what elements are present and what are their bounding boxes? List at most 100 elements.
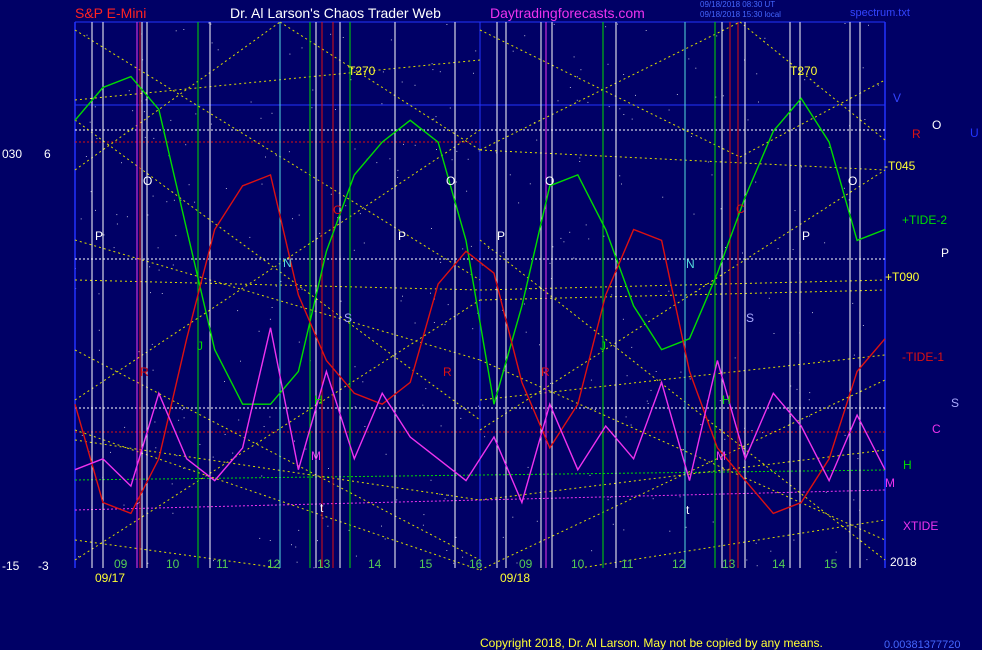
star-dot [804,79,806,81]
star-dot [456,150,458,152]
star-dot [390,39,392,41]
hour-tick: 15 [419,557,433,571]
star-dot [609,496,611,498]
star-dot [742,252,743,254]
right-label: S [951,396,959,410]
star-dot [466,190,468,192]
star-dot [313,567,315,569]
chart-letter: S [746,311,754,325]
star-dot [81,434,83,436]
star-dot [623,74,625,75]
star-dot [843,187,845,189]
star-dot [676,94,678,95]
star-dot [470,245,472,247]
left-label-030: 030 [2,147,22,161]
star-dot [707,161,709,163]
star-dot [619,108,621,110]
star-dot [446,24,448,25]
star-dot [292,218,293,220]
star-dot [185,144,187,146]
star-dot [240,360,241,362]
star-dot [512,516,514,518]
star-dot [430,292,431,294]
star-dot [509,174,511,176]
star-dot [448,494,449,496]
star-dot [208,22,210,24]
star-dot [462,556,464,558]
star-dot [488,247,489,249]
star-dot [866,559,868,561]
star-dot [623,529,625,531]
star-dot [563,241,565,243]
right-label: O [932,118,941,132]
star-dot [217,49,219,51]
star-dot [98,329,100,331]
chart-letter: S [344,311,352,325]
star-dot [381,103,383,105]
star-dot [603,235,605,237]
chart-letter: O [848,174,857,188]
star-dot [432,69,434,71]
star-dot [536,520,538,522]
star-dot [518,202,520,204]
star-dot [824,242,826,244]
left-label-6: 6 [44,147,51,161]
chart-letter: O [545,174,554,188]
star-dot [444,324,446,326]
copyright-text: Copyright 2018, Dr. Al Larson. May not b… [480,636,823,650]
hour-ticks: 09 10 11 12 13 14 15 16 09 10 11 12 13 14 15 [114,557,838,571]
star-dot [576,76,578,78]
star-dot [668,109,670,111]
hour-tick: 12 [267,557,281,571]
star-dot [126,216,128,218]
star-dot [138,351,140,353]
star-dot [431,63,433,65]
left-label-neg15: -15 [2,559,20,573]
star-dot [573,257,575,259]
star-dot [397,177,399,178]
star-dot [340,300,342,302]
star-dot [808,399,810,401]
star-dot [188,184,190,186]
star-dot [712,521,714,523]
star-dot [237,310,239,312]
star-dot [414,84,416,86]
chart-letter: J [197,339,203,353]
star-dot [853,499,855,501]
star-dot [311,107,313,109]
hour-tick: 13 [317,557,331,571]
chart-letter: P [497,229,505,243]
star-dot [86,34,88,36]
star-dot [301,288,303,290]
star-dot [403,143,404,145]
star-dot [298,288,300,290]
chart-letter: N [283,256,292,270]
star-dot [773,333,775,334]
star-dot [430,479,432,481]
star-dot [711,174,713,176]
right-label: -T045 [884,159,916,173]
star-dot [747,119,749,121]
star-dot [734,357,736,359]
star-dot [354,406,356,408]
star-dot [668,290,670,292]
star-dot [502,536,504,538]
star-dot [151,343,153,345]
star-dot [449,107,451,109]
star-dot [689,378,691,380]
site-link[interactable]: Daytradingforecasts.com [490,5,645,21]
star-dot [796,388,798,390]
star-dot [588,238,590,240]
star-dot [433,322,435,323]
chart-letter: M [311,449,321,463]
hour-tick: 15 [824,557,838,571]
star-dot [579,157,581,159]
star-dot [579,161,581,162]
star-dot [523,303,525,305]
star-dot [835,551,837,553]
star-dot [828,146,830,148]
star-dot [853,354,855,356]
star-dot [350,79,352,81]
star-dot [364,426,366,427]
star-dot [590,379,592,381]
